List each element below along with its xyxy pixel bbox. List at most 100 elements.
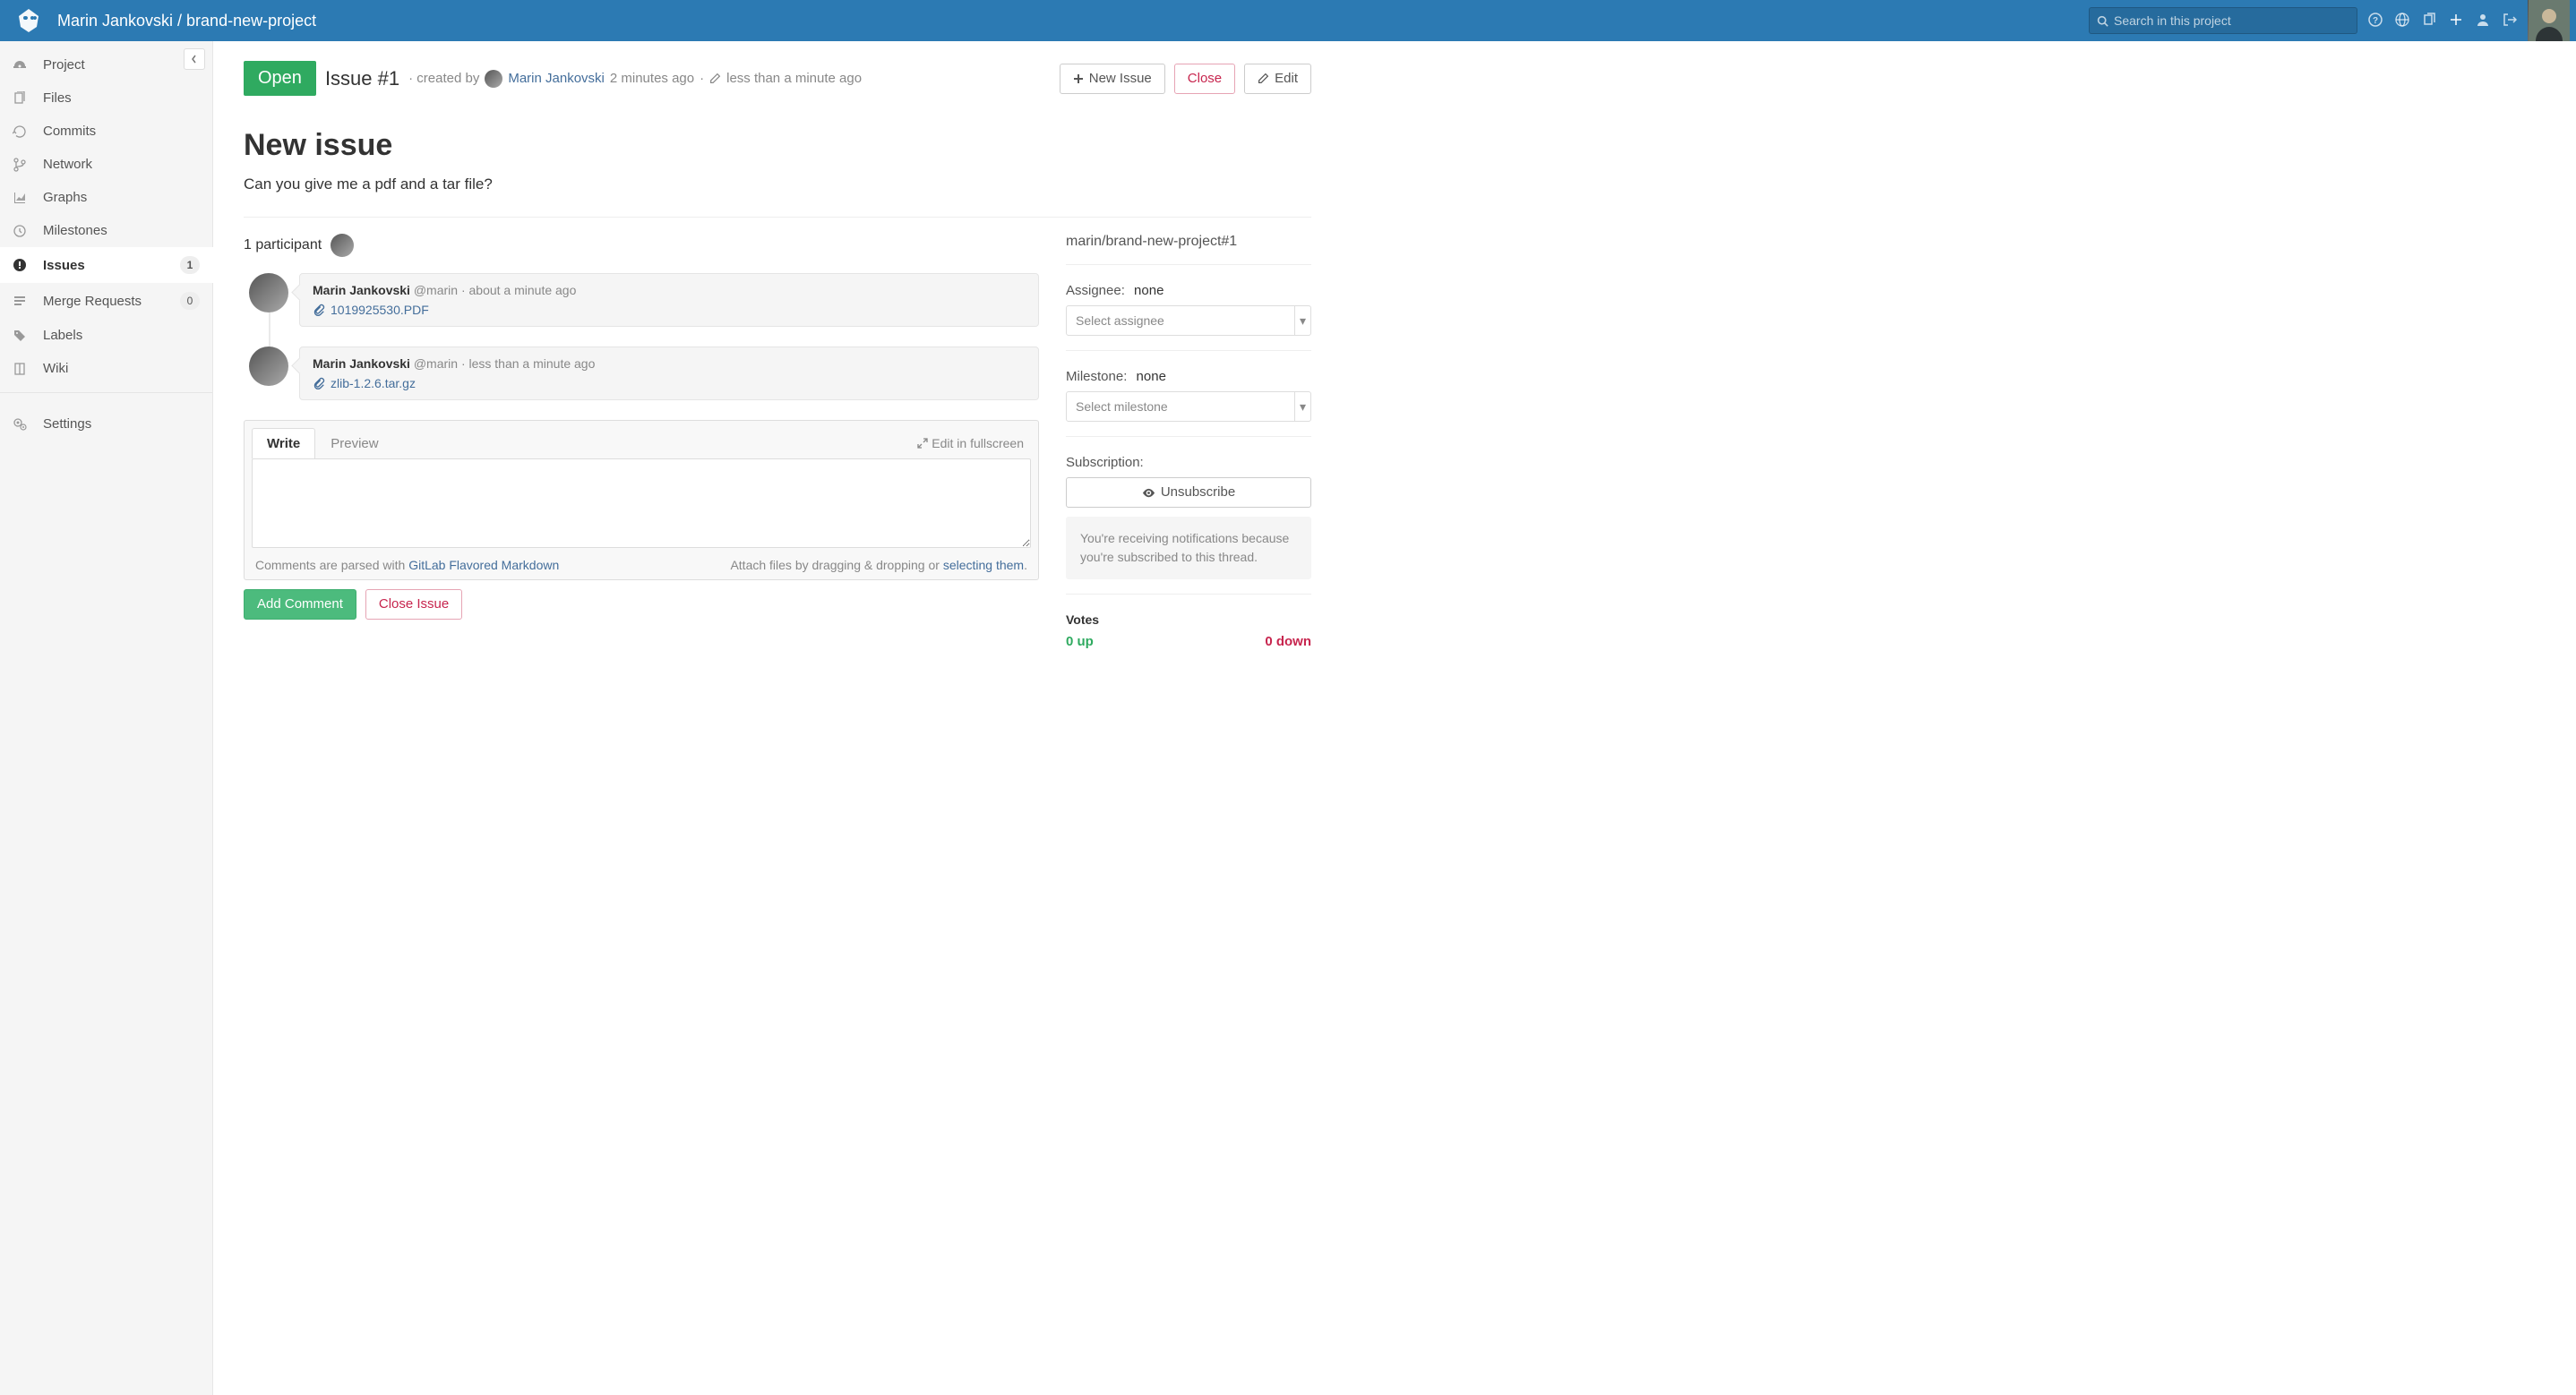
note-body: Marin Jankovski @marin · less than a min…	[299, 347, 1039, 400]
issue-id: Issue #1	[325, 67, 399, 90]
milestone-value: none	[1137, 369, 1166, 384]
comment-form: Write Preview Edit in fullscreen Comment…	[244, 420, 1039, 580]
top-bar: Marin Jankovski / brand-new-project ?	[0, 0, 2576, 41]
note-body: Marin Jankovski @marin · about a minute …	[299, 273, 1039, 327]
markdown-link[interactable]: GitLab Flavored Markdown	[408, 558, 559, 572]
sidebar-item-commits[interactable]: Commits	[0, 115, 212, 148]
note-avatar[interactable]	[249, 347, 288, 386]
search-icon	[2097, 15, 2108, 27]
note-handle: @marin	[414, 356, 458, 371]
timeline: Marin Jankovski @marin · about a minute …	[244, 273, 1039, 400]
milestone-select[interactable]: Select milestone ▾	[1066, 391, 1311, 422]
comment-textarea[interactable]	[252, 458, 1031, 548]
sidebar: Project Files Commits Network Graphs Mil…	[0, 41, 213, 1395]
exclamation-icon	[13, 258, 43, 272]
current-user-avatar[interactable]	[2528, 0, 2569, 41]
user-icon[interactable]	[2476, 13, 2490, 30]
new-issue-button[interactable]: New Issue	[1060, 64, 1165, 94]
search-input[interactable]	[2114, 13, 2349, 28]
issue-actions: New Issue Close Edit	[1060, 64, 1311, 94]
pencil-icon	[1258, 73, 1269, 84]
sidebar-item-network[interactable]: Network	[0, 148, 212, 181]
sidebar-item-graphs[interactable]: Graphs	[0, 181, 212, 214]
participant-avatar[interactable]	[331, 234, 354, 257]
eye-icon	[1142, 486, 1155, 500]
markdown-help: Comments are parsed with GitLab Flavored…	[255, 558, 559, 572]
search-box[interactable]	[2089, 7, 2357, 34]
sidebar-label: Wiki	[43, 361, 200, 376]
sidebar-item-milestones[interactable]: Milestones	[0, 214, 212, 247]
tab-preview[interactable]: Preview	[315, 428, 393, 458]
votes-label: Votes	[1066, 612, 1311, 627]
sidebar-label: Labels	[43, 328, 200, 343]
close-issue-button[interactable]: Close Issue	[365, 589, 462, 620]
sidebar-item-project[interactable]: Project	[0, 48, 212, 81]
history-icon	[13, 124, 43, 139]
author-avatar[interactable]	[485, 70, 502, 88]
chevron-left-icon	[190, 55, 199, 64]
author-link[interactable]: Marin Jankovski	[508, 71, 605, 86]
note-author[interactable]: Marin Jankovski	[313, 356, 410, 371]
sidebar-item-wiki[interactable]: Wiki	[0, 352, 212, 385]
attachment-link[interactable]: 1019925530.PDF	[331, 303, 429, 317]
issue-meta: · created by Marin Jankovski 2 minutes a…	[408, 70, 862, 88]
sidebar-item-labels[interactable]: Labels	[0, 319, 212, 352]
expand-icon	[917, 438, 928, 449]
fullscreen-link[interactable]: Edit in fullscreen	[917, 436, 1031, 450]
copy-icon[interactable]	[2422, 13, 2436, 30]
note-handle: @marin	[414, 283, 458, 297]
issue-reference: marin/brand-new-project#1	[1066, 234, 1311, 250]
sidebar-label: Merge Requests	[43, 294, 180, 309]
help-icon[interactable]: ?	[2368, 13, 2383, 30]
unsubscribe-button[interactable]: Unsubscribe	[1066, 477, 1311, 508]
badge: 1	[180, 256, 200, 274]
tags-icon	[13, 329, 43, 343]
plus-icon[interactable]	[2449, 13, 2463, 30]
chevron-down-icon: ▾	[1294, 306, 1310, 335]
sidebar-label: Settings	[43, 416, 200, 432]
sidebar-item-files[interactable]: Files	[0, 81, 212, 115]
issue-sidebar: marin/brand-new-project#1 Assignee: none…	[1066, 234, 1311, 681]
svg-text:?: ?	[2373, 16, 2378, 26]
assignee-select[interactable]: Select assignee ▾	[1066, 305, 1311, 336]
breadcrumb[interactable]: Marin Jankovski / brand-new-project	[50, 12, 2089, 30]
sidebar-item-settings[interactable]: Settings	[0, 407, 212, 441]
issue-header: Open Issue #1 · created by Marin Jankovs…	[244, 61, 1311, 96]
branch-icon	[13, 158, 43, 172]
plus-icon	[1073, 73, 1084, 84]
signout-icon[interactable]	[2503, 13, 2517, 30]
assignee-label: Assignee: none	[1066, 283, 1311, 298]
sidebar-label: Commits	[43, 124, 200, 139]
gitlab-logo[interactable]	[13, 4, 45, 37]
sidebar-collapse-button[interactable]	[184, 48, 205, 70]
badge: 0	[180, 292, 200, 310]
book-icon	[13, 362, 43, 376]
sidebar-item-merge-requests[interactable]: Merge Requests 0	[0, 283, 212, 319]
paperclip-icon	[313, 304, 325, 316]
sidebar-label: Project	[43, 57, 200, 73]
files-icon	[13, 91, 43, 106]
note: Marin Jankovski @marin · about a minute …	[244, 273, 1039, 327]
note-avatar[interactable]	[249, 273, 288, 312]
select-files-link[interactable]: selecting them	[943, 558, 1024, 572]
edit-button[interactable]: Edit	[1244, 64, 1311, 94]
sidebar-label: Files	[43, 90, 200, 106]
add-comment-button[interactable]: Add Comment	[244, 589, 356, 620]
pencil-icon	[709, 73, 721, 84]
gears-icon	[13, 417, 43, 432]
paperclip-icon	[313, 377, 325, 389]
issue-state-badge: Open	[244, 61, 316, 96]
sidebar-label: Network	[43, 157, 200, 172]
dashboard-icon	[13, 58, 43, 73]
attachment-link[interactable]: zlib-1.2.6.tar.gz	[331, 376, 416, 390]
sidebar-item-issues[interactable]: Issues 1	[0, 247, 212, 283]
issue-title: New issue	[244, 128, 1311, 163]
note: Marin Jankovski @marin · less than a min…	[244, 347, 1039, 400]
sidebar-label: Milestones	[43, 223, 200, 238]
tab-write[interactable]: Write	[252, 428, 315, 458]
globe-icon[interactable]	[2395, 13, 2409, 30]
clock-icon	[13, 224, 43, 238]
subscription-label: Subscription:	[1066, 455, 1311, 470]
close-button[interactable]: Close	[1174, 64, 1235, 94]
note-author[interactable]: Marin Jankovski	[313, 283, 410, 297]
